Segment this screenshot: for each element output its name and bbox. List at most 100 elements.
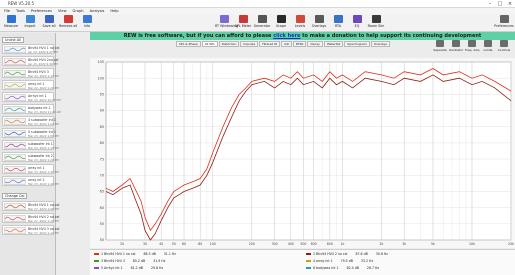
thumbnail-line — [4, 131, 26, 136]
measurement-item[interactable]: Bhv94 HV4 1 no cal Jan 23, 2022 9:47 PM — [2, 44, 59, 54]
change-cal-button[interactable]: Change Cal — [2, 193, 28, 199]
y-tick-label: 65 — [100, 190, 104, 194]
menu-item[interactable]: File — [4, 9, 10, 13]
measurement-item[interactable]: Bhv94 HV4 1 no cal Mar 27, 2022 1:08 PM — [2, 201, 59, 211]
menu-item[interactable]: Help — [110, 9, 118, 13]
separate-icon — [436, 40, 444, 47]
legend-row[interactable]: 3 Bhv94 HV4 3 85.2 dB 31.9 Hz — [94, 259, 165, 264]
maximize-icon[interactable]: □ — [495, 0, 505, 8]
rta-button[interactable]: RTA — [329, 15, 347, 31]
menu-item[interactable]: View — [58, 9, 67, 13]
generator-button[interactable]: Generator — [253, 15, 271, 31]
x-tick-label: 20 — [120, 242, 124, 246]
thumbnail-curve — [4, 119, 26, 124]
toolbar-label: Levels — [294, 24, 306, 28]
thumbnail-curve — [4, 167, 26, 172]
graph-tab[interactable]: Spectrogram — [344, 41, 370, 47]
measurement-date: Mar 27, 2022 1:10 PM — [28, 219, 59, 223]
overlays-button[interactable]: Overlays — [310, 15, 328, 31]
toolbar-label: Room Sim — [367, 24, 385, 28]
menu-item[interactable]: Tools — [16, 9, 25, 13]
tool-label: Limits — [483, 48, 493, 52]
graph-tab[interactable]: Distortion — [218, 41, 240, 47]
rtwindow-button[interactable]: RT Windowing — [215, 15, 238, 31]
measurement-item[interactable]: array int 2 Mar 23, 2022 1:40 PM — [2, 176, 59, 186]
close-icon[interactable]: × — [505, 0, 515, 8]
minimize-icon[interactable]: – — [485, 0, 495, 8]
remove-button[interactable]: Remove all — [59, 15, 77, 31]
separate-button[interactable]: Separate — [433, 40, 447, 54]
measurement-item[interactable]: bodywax int 1 Mar 23, 2022 11:42 AM — [2, 104, 61, 114]
menu-item[interactable]: Analysis — [90, 9, 105, 13]
thumbnail-line — [4, 228, 26, 233]
measurement-date: Jan 23, 2022 9:47 PM — [28, 50, 58, 54]
measurement-item[interactable]: array int 1 Mar 23, 2022 1:32 PM — [2, 164, 59, 174]
measurement-thumbnail — [4, 58, 26, 65]
graph-tab[interactable]: GD — [281, 41, 292, 47]
info-button[interactable]: Info — [78, 15, 96, 31]
measurement-item[interactable]: subwoofer int 2 Mar 23, 2022 1:20 PM — [2, 152, 59, 162]
legend-row[interactable]: 4 array int 1 79.5 dB 33.2 Hz — [306, 259, 373, 264]
measurement-thumbnail — [4, 106, 26, 113]
graph-tab[interactable]: Decay — [307, 41, 323, 47]
thumbnail-line — [4, 179, 26, 184]
toolbar-label: SPL Meter — [234, 24, 252, 28]
measurement-item[interactable]: Arrhyc Int 1 Mar 23, 2022 12:35 PM — [2, 92, 61, 102]
y-tick-label: 60 — [100, 206, 104, 210]
legend-value: 33.2 Hz — [360, 259, 374, 263]
graph-tab[interactable]: SPL & Phase — [176, 41, 201, 47]
graph-tab[interactable]: RT60 — [292, 41, 307, 47]
x-tick-label: 10k — [469, 242, 475, 246]
y-tick-label: 85 — [100, 125, 104, 129]
graph-tab[interactable]: Overlays — [370, 41, 390, 47]
legend-row[interactable]: 2 Bhv94 HV4 2 no cal 87.6 dB 30.6 Hz — [306, 252, 388, 257]
measurement-item[interactable]: Bhv94 HV4 2 no cal Mar 27, 2022 1:10 PM — [2, 213, 59, 223]
frequency-response-chart[interactable]: 105 100 95 90 85 80 75 70 65 60 55 50 20 30 40 50 60 80 10… — [90, 58, 515, 248]
scope-button[interactable]: Scope — [272, 15, 290, 31]
measurement-item[interactable]: Bhv94 HV4 3 Mar 22, 2022 1:14 PM — [2, 68, 59, 78]
menu-item[interactable]: Preferences — [31, 9, 52, 13]
x-tick-label: 1k — [340, 242, 344, 246]
legend-label: 4 array int 1 — [313, 259, 333, 263]
legend-row[interactable]: 6 bodywax int 1 82.4 dB 28.7 Hz — [306, 266, 379, 271]
save-button[interactable]: Save all — [40, 15, 58, 31]
graph-tab[interactable]: Impulse — [240, 41, 259, 47]
measurement-item[interactable]: Bhv94 HV4 3 no cal Mar 27, 2022 1:12 PM — [2, 225, 59, 235]
thumbnail-curve — [4, 143, 26, 148]
graph-tab[interactable]: Filtered IR — [259, 41, 281, 47]
limits-button[interactable]: Limits — [481, 40, 495, 54]
levels-button[interactable]: Levels — [291, 15, 309, 31]
roomsim-button[interactable]: Room Sim — [367, 15, 385, 31]
import-button[interactable]: Import — [21, 15, 39, 31]
eq-button[interactable]: EQ — [348, 15, 366, 31]
graph-tab[interactable]: All SPL — [201, 41, 218, 47]
measurement-item[interactable]: array int 1 Mar 22, 2022 1:20 PM — [2, 80, 59, 90]
tool-label: Freq. Axis — [465, 48, 480, 52]
legend-row[interactable]: 1 Bhv94 HV4 1 no cal 88.3 dB 31.1 Hz — [94, 252, 176, 257]
controls-button[interactable]: Controls — [497, 40, 511, 54]
measurement-item[interactable]: Bhv94 HV4 2no cal Jan 23, 2022 9:49 PM — [2, 56, 58, 66]
legend-row[interactable]: 5 Arrhyc int 1 81.2 dB 29.8 Hz — [94, 266, 163, 271]
toolbar-label: Generator — [253, 24, 271, 28]
legend-label: 6 bodywax int 1 — [313, 266, 339, 270]
freqaxis-button[interactable]: Freq. Axis — [465, 40, 480, 54]
unlink-all-button[interactable]: Unlink All — [2, 37, 24, 43]
measurement-item[interactable]: 4 subwoofer int 1 Mar 23, 2022 1:04 PM — [2, 116, 59, 126]
donate-link[interactable]: click here — [273, 33, 300, 39]
oscillator-button[interactable]: Oscillator — [449, 40, 463, 54]
toolbar-label: RTA — [334, 24, 342, 28]
legend-swatch — [306, 253, 311, 255]
measurement-item[interactable]: 5 subwoofer int 1 Mar 23, 2022 1:09 PM — [2, 128, 59, 138]
menu-item[interactable]: Graph — [73, 9, 84, 13]
x-tick-label: 2k — [379, 242, 383, 246]
graph-tab[interactable]: Waterfall — [323, 41, 344, 47]
thumbnail-line — [4, 167, 26, 172]
splmeter-button[interactable]: SPL Meter — [234, 15, 252, 31]
splmeter-icon — [238, 15, 248, 23]
x-tick-label: 800 — [327, 242, 333, 246]
preferences-button[interactable]: Preferences — [493, 15, 515, 31]
measurement-date: Mar 22, 2022 1:20 PM — [28, 86, 59, 90]
measure-button[interactable]: Measure — [2, 15, 20, 31]
legend-value: 31.1 Hz — [163, 252, 176, 256]
measurement-item[interactable]: subwoofer int 1 Mar 23, 2022 1:15 PM — [2, 140, 59, 150]
